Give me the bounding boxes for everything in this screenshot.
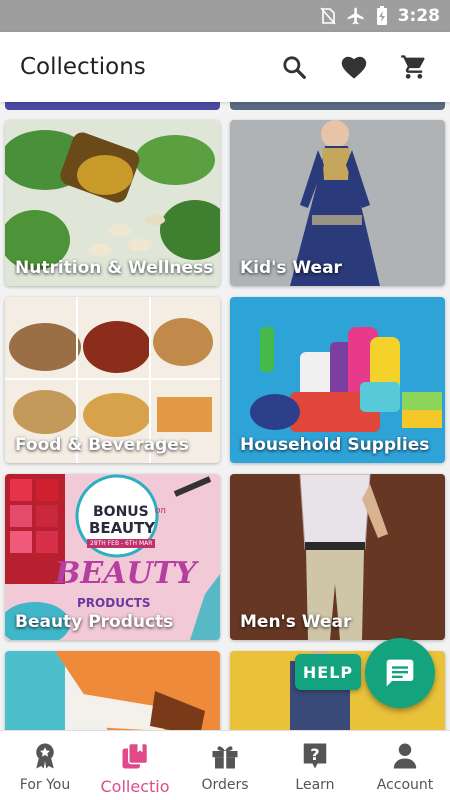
- collection-tile-partial[interactable]: [5, 102, 220, 110]
- nav-label: Collectio: [100, 777, 170, 796]
- help-icon: ?: [303, 743, 327, 769]
- status-bar: 3:28: [0, 0, 450, 32]
- footwear-image: [5, 651, 220, 730]
- heart-icon: [341, 56, 367, 79]
- collection-label: Food & Beverages: [15, 435, 189, 455]
- battery-charging-icon: [376, 6, 388, 26]
- nav-orders[interactable]: Orders: [180, 731, 270, 800]
- award-icon: [36, 743, 54, 769]
- svg-text:?: ?: [310, 745, 319, 764]
- chat-button[interactable]: [365, 638, 435, 708]
- account-icon: [393, 743, 417, 769]
- nav-label: Account: [376, 777, 434, 793]
- collection-label: Household Supplies: [240, 435, 430, 455]
- beauty-banner-script: BEAUTY: [55, 556, 197, 591]
- collection-tile-beauty[interactable]: BONUS on BEAUTY 28TH FEB - 6TH MAR BEAUT…: [5, 474, 220, 640]
- cart-icon: [401, 55, 425, 79]
- page-title: Collections: [20, 54, 146, 80]
- collection-tile-footwear[interactable]: [5, 651, 220, 730]
- nav-label: For You: [19, 777, 71, 793]
- nav-label: Orders: [201, 777, 249, 793]
- collection-tile-nutrition[interactable]: Nutrition & Wellness: [5, 120, 220, 286]
- chat-icon: [386, 659, 414, 687]
- search-icon: [283, 56, 306, 79]
- nav-account[interactable]: Account: [360, 731, 450, 800]
- collection-label: Kid's Wear: [240, 258, 342, 278]
- collection-label: Nutrition & Wellness: [15, 258, 214, 278]
- search-button[interactable]: [264, 37, 324, 97]
- status-time: 3:28: [397, 6, 440, 26]
- wishlist-button[interactable]: [324, 37, 384, 97]
- no-sim-icon: [320, 7, 336, 25]
- beauty-banner-beauty: BEAUTY: [89, 519, 156, 537]
- beauty-banner-on: on: [155, 506, 167, 516]
- beauty-banner-dates: 28TH FEB - 6TH MAR: [87, 539, 156, 548]
- collection-label: Men's Wear: [240, 612, 352, 632]
- help-button[interactable]: HELP: [295, 654, 361, 690]
- nav-label: Learn: [295, 777, 335, 793]
- gift-icon: [212, 746, 238, 769]
- beauty-banner-products: PRODUCTS: [77, 596, 151, 610]
- collections-grid[interactable]: Nutrition & Wellness Kid's Wear Food & B…: [0, 102, 450, 730]
- airplane-icon: [346, 6, 366, 26]
- collection-tile-partial[interactable]: [230, 102, 445, 110]
- beauty-banner-bonus: BONUS: [93, 504, 149, 520]
- nav-for-you[interactable]: For You: [0, 731, 90, 800]
- collection-tile-household[interactable]: Household Supplies: [230, 297, 445, 463]
- cart-button[interactable]: [384, 37, 444, 97]
- collection-tile-food[interactable]: Food & Beverages: [5, 297, 220, 463]
- collection-label: Beauty Products: [15, 612, 174, 632]
- collections-icon: [122, 742, 149, 769]
- bottom-nav: For You Collectio Orders ? Learn Account: [0, 730, 450, 800]
- collection-tile-kids-wear[interactable]: Kid's Wear: [230, 120, 445, 286]
- app-bar: Collections: [0, 32, 450, 102]
- collection-tile-mens-wear[interactable]: Men's Wear: [230, 474, 445, 640]
- nav-collections[interactable]: Collectio: [90, 731, 180, 800]
- nav-learn[interactable]: ? Learn: [270, 731, 360, 800]
